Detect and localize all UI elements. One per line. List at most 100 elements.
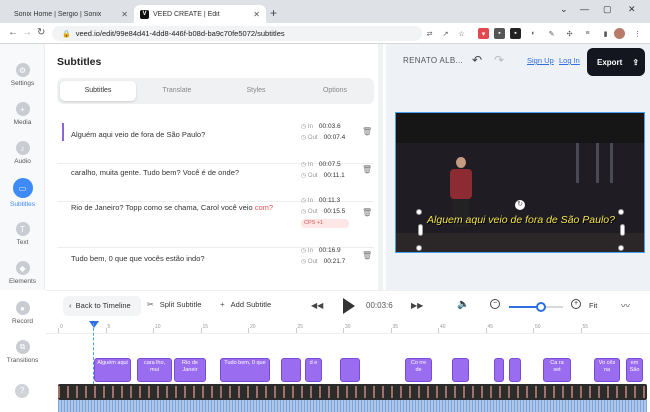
subtitle-row[interactable]: Rio de Janeiro? Topp como se chama, Caro… bbox=[57, 197, 374, 248]
resize-handle[interactable] bbox=[416, 245, 422, 251]
extension-icon[interactable]: ✎ bbox=[546, 28, 557, 39]
timeline-ruler[interactable]: 0 5 10 15 20 25 30 35 40 45 50 55 bbox=[46, 320, 650, 334]
video-preview[interactable]: Alguem aqui veio de fora de São Paulo? ↻ bbox=[395, 112, 645, 253]
subtitle-out-time[interactable]: ◷ Out 00:11.1 bbox=[301, 172, 345, 179]
sidebar-toggle-icon[interactable]: ▮ bbox=[600, 28, 611, 39]
waveform-icon[interactable]: 〰 bbox=[621, 299, 630, 312]
rotate-handle-icon[interactable]: ↻ bbox=[515, 200, 525, 210]
star-icon[interactable]: ☆ bbox=[456, 28, 467, 39]
sidebar-item-media[interactable]: + Media bbox=[0, 102, 45, 126]
subtitle-clip[interactable]: Alguém aqui bbox=[94, 358, 131, 382]
extension-icon[interactable]: ◐ bbox=[528, 28, 539, 39]
redo-icon[interactable]: ↷ bbox=[494, 53, 504, 67]
log-in-link[interactable]: Log In bbox=[559, 56, 580, 65]
subtitle-clip[interactable] bbox=[340, 358, 360, 382]
subtitle-clip[interactable]: Vo cês na bbox=[594, 358, 620, 382]
skip-back-icon[interactable]: ◀◀ bbox=[311, 301, 323, 310]
add-subtitle-button[interactable]: + Add Subtitle bbox=[220, 300, 271, 309]
volume-icon[interactable]: 🔈 bbox=[457, 299, 469, 310]
split-subtitle-button[interactable]: ✂ Split Subtitle bbox=[147, 300, 201, 309]
tab-options[interactable]: Options bbox=[297, 81, 373, 101]
browser-tab-veed[interactable]: V VEED CREATE | Edit ✕ bbox=[134, 5, 266, 23]
trash-icon[interactable]: 🗑 bbox=[362, 127, 372, 136]
subtitle-clip[interactable]: Ca ra set bbox=[543, 358, 571, 382]
tab-subtitles[interactable]: Subtitles bbox=[60, 81, 136, 101]
url-field[interactable]: 🔒 veed.io/edit/99e84d41-4dd8-446f-b08d-b… bbox=[52, 26, 422, 41]
close-icon[interactable]: ✕ bbox=[121, 10, 128, 19]
forward-arrow-icon[interactable]: → bbox=[22, 27, 32, 38]
subtitle-clip[interactable] bbox=[494, 358, 504, 382]
subtitle-clip[interactable] bbox=[509, 358, 521, 382]
timeline[interactable]: 0 5 10 15 20 25 30 35 40 45 50 55 Alguém aqui cara l… bbox=[46, 320, 650, 412]
sidebar-item-subtitles[interactable]: ▭ Subtitles bbox=[0, 178, 45, 208]
sidebar-item-text[interactable]: T Text bbox=[0, 222, 45, 246]
back-to-timeline-button[interactable]: ‹ Back to Timeline bbox=[63, 296, 141, 316]
subtitle-clip[interactable]: Tudo bem, 0 que bbox=[220, 358, 270, 382]
close-icon[interactable]: ✕ bbox=[253, 10, 260, 19]
panel-scrollbar[interactable] bbox=[378, 44, 383, 290]
sidebar-item-elements[interactable]: ◆ Elements bbox=[0, 261, 45, 285]
sign-up-link[interactable]: Sign Up bbox=[527, 56, 554, 65]
tab-styles[interactable]: Styles bbox=[218, 81, 294, 101]
media-icon[interactable]: ≡ bbox=[582, 28, 593, 39]
subtitle-row[interactable]: Alguém aqui veio de fora de São Paulo? ◷… bbox=[57, 123, 374, 164]
subtitle-in-time[interactable]: ◷ In 00:11.3 bbox=[301, 197, 340, 204]
subtitle-in-time[interactable]: ◷ In 00:03.6 bbox=[301, 123, 341, 130]
playhead-marker-icon[interactable] bbox=[89, 321, 99, 328]
back-arrow-icon[interactable]: ← bbox=[8, 27, 18, 38]
pocket-icon[interactable]: ▾ bbox=[478, 28, 489, 39]
close-window-button[interactable]: ✕ bbox=[628, 4, 636, 15]
undo-icon[interactable]: ↶ bbox=[472, 53, 482, 67]
resize-handle[interactable] bbox=[618, 245, 624, 251]
skip-forward-icon[interactable]: ▶▶ bbox=[411, 301, 423, 310]
subtitle-overlay[interactable]: Alguem aqui veio de fora de São Paulo? bbox=[423, 214, 619, 226]
subtitle-out-time[interactable]: ◷ Out 00:21.7 bbox=[301, 258, 345, 265]
extension-badge-icon[interactable]: ▪ bbox=[510, 28, 521, 39]
project-name[interactable]: RENATO ALB... bbox=[403, 56, 463, 65]
subtitle-out-time[interactable]: ◷ Out 00:07.4 bbox=[301, 134, 345, 141]
share-icon[interactable]: ↗ bbox=[440, 28, 451, 39]
subtitle-text[interactable]: Tudo bem, 0 que que vocês estão indo? bbox=[71, 253, 286, 264]
audio-waveform[interactable] bbox=[58, 400, 647, 412]
fit-button[interactable]: Fit bbox=[589, 301, 597, 310]
menu-dots-icon[interactable]: ⋮ bbox=[632, 28, 643, 39]
zoom-slider[interactable] bbox=[509, 302, 563, 312]
translate-icon[interactable]: ⇄ bbox=[424, 28, 435, 39]
minimize-button[interactable]: — bbox=[580, 4, 589, 14]
export-button[interactable]: Export ⇪ bbox=[587, 48, 645, 76]
subtitle-clip[interactable]: d e bbox=[305, 358, 322, 382]
subtitle-text[interactable]: caralho, muita gente. Tudo bem? Você é d… bbox=[71, 167, 286, 178]
zoom-slider-knob[interactable] bbox=[536, 302, 547, 312]
avatar[interactable] bbox=[614, 28, 625, 39]
trash-icon[interactable]: 🗑 bbox=[362, 208, 372, 217]
video-track[interactable] bbox=[58, 384, 647, 400]
help-icon[interactable]: ? bbox=[15, 384, 29, 398]
subtitle-in-time[interactable]: ◷ In 00:16.9 bbox=[301, 247, 341, 254]
resize-handle[interactable] bbox=[416, 209, 422, 215]
subtitle-clip[interactable]: Rio de Janeir bbox=[174, 358, 206, 382]
tab-translate[interactable]: Translate bbox=[139, 81, 215, 101]
subtitle-clip[interactable] bbox=[281, 358, 301, 382]
sidebar-item-transitions[interactable]: ⧉ Transitions bbox=[0, 340, 45, 364]
subtitle-clip[interactable]: Co rre de bbox=[405, 358, 432, 382]
subtitle-out-time[interactable]: ◷ Out 00:15.5 bbox=[301, 208, 345, 215]
subtitle-clip[interactable] bbox=[452, 358, 469, 382]
subtitle-row[interactable]: Tudo bem, 0 que que vocês estão indo? ◷ … bbox=[57, 247, 374, 288]
subtitle-clip[interactable]: em São bbox=[626, 358, 643, 382]
trash-icon[interactable]: 🗑 bbox=[362, 165, 372, 174]
browser-tab-sonix[interactable]: Sonix Home | Sergio | Sonix ✕ bbox=[8, 5, 134, 23]
resize-handle[interactable] bbox=[618, 209, 624, 215]
play-icon[interactable] bbox=[343, 298, 355, 314]
zoom-in-icon[interactable]: + bbox=[571, 299, 581, 309]
maximize-button[interactable]: ▢ bbox=[603, 4, 612, 15]
subtitle-text[interactable]: Rio de Janeiro? Topp como se chama, Caro… bbox=[71, 202, 286, 213]
subtitle-in-time[interactable]: ◷ In 00:07.5 bbox=[301, 161, 341, 168]
new-tab-button[interactable]: + bbox=[270, 6, 277, 20]
sidebar-item-record[interactable]: ● Record bbox=[0, 301, 45, 325]
extension-icon[interactable]: ▪ bbox=[494, 28, 505, 39]
zoom-out-icon[interactable]: − bbox=[490, 299, 500, 309]
resize-handle[interactable] bbox=[418, 224, 423, 236]
subtitle-text[interactable]: Alguém aqui veio de fora de São Paulo? bbox=[71, 129, 286, 140]
sidebar-item-audio[interactable]: ♪ Audio bbox=[0, 141, 45, 165]
reload-icon[interactable]: ↻ bbox=[37, 27, 45, 38]
